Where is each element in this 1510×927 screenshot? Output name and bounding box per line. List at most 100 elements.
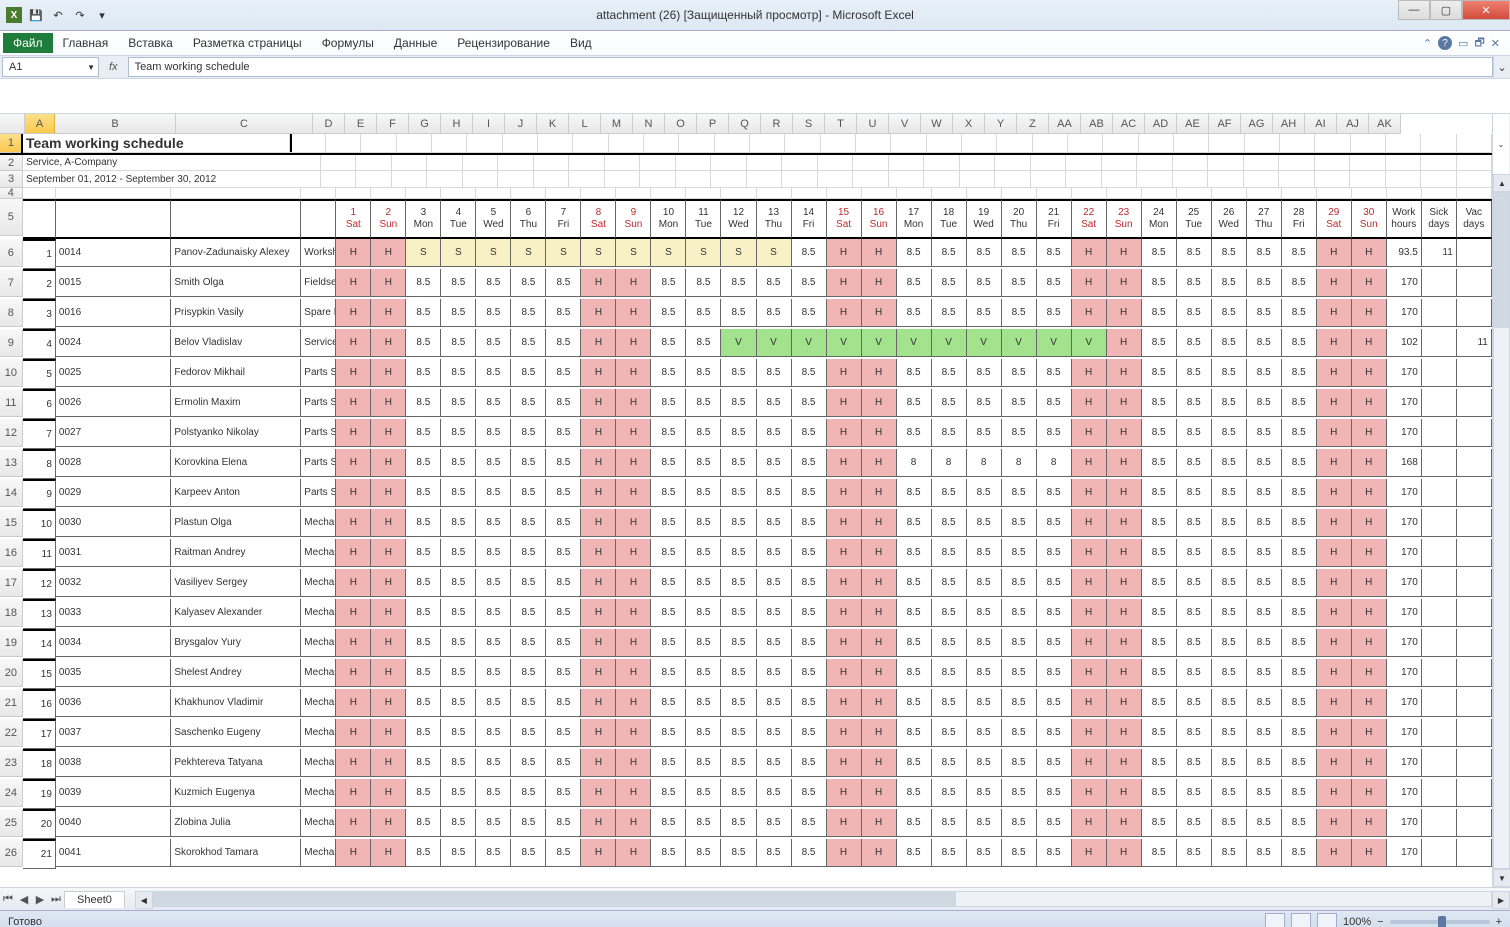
- day-cell[interactable]: 8.5: [1002, 419, 1037, 447]
- summary-cell[interactable]: [1457, 509, 1492, 537]
- day-cell[interactable]: 8.5: [897, 539, 932, 567]
- day-cell[interactable]: H: [1352, 569, 1387, 597]
- summary-cell[interactable]: [1457, 749, 1492, 777]
- day-cell[interactable]: 8.5: [897, 659, 932, 687]
- day-cell[interactable]: 8.5: [546, 419, 581, 447]
- day-cell[interactable]: 8.5: [686, 569, 721, 597]
- day-cell[interactable]: 8.5: [511, 449, 546, 477]
- day-cell[interactable]: 8.5: [967, 359, 1002, 387]
- day-cell[interactable]: 8.5: [1212, 569, 1247, 597]
- day-cell[interactable]: H: [1107, 689, 1142, 717]
- emp-role[interactable]: Parts Sales specialist: [301, 479, 336, 507]
- day-cell[interactable]: 8.5: [441, 269, 476, 297]
- day-cell[interactable]: 8.5: [511, 509, 546, 537]
- day-cell[interactable]: H: [581, 839, 616, 867]
- day-cell[interactable]: 8.5: [721, 689, 756, 717]
- day-cell[interactable]: H: [336, 479, 371, 507]
- day-cell[interactable]: 8.5: [1037, 479, 1072, 507]
- day-cell[interactable]: H: [581, 449, 616, 477]
- day-cell[interactable]: 8.5: [441, 749, 476, 777]
- day-cell[interactable]: 8.5: [441, 479, 476, 507]
- sheet-tab[interactable]: Sheet0: [64, 891, 125, 908]
- summary-cell[interactable]: [1457, 539, 1492, 567]
- day-cell[interactable]: 8.5: [441, 809, 476, 837]
- day-cell[interactable]: 8.5: [651, 629, 686, 657]
- day-cell[interactable]: H: [1107, 779, 1142, 807]
- day-cell[interactable]: 8.5: [1282, 359, 1317, 387]
- emp-id[interactable]: 0038: [56, 749, 171, 777]
- column-header-AE[interactable]: AE: [1177, 114, 1209, 134]
- day-cell[interactable]: H: [1072, 839, 1107, 867]
- day-cell[interactable]: 8.5: [1177, 569, 1212, 597]
- day-cell[interactable]: 8.5: [511, 329, 546, 357]
- day-cell[interactable]: H: [581, 629, 616, 657]
- day-cell[interactable]: 8.5: [1002, 269, 1037, 297]
- emp-role[interactable]: Mechanic: [301, 539, 336, 567]
- day-cell[interactable]: H: [1317, 629, 1352, 657]
- day-cell[interactable]: S: [406, 239, 441, 267]
- emp-name[interactable]: Khakhunov Vladimir: [171, 689, 301, 717]
- day-cell[interactable]: 8.5: [1037, 269, 1072, 297]
- day-cell[interactable]: 8.5: [792, 419, 827, 447]
- day-cell[interactable]: 8.5: [546, 509, 581, 537]
- day-cell[interactable]: H: [862, 629, 897, 657]
- row-header-16[interactable]: 16: [0, 539, 23, 567]
- day-cell[interactable]: H: [827, 509, 862, 537]
- day-cell[interactable]: 8.5: [932, 749, 967, 777]
- emp-id[interactable]: 0035: [56, 659, 171, 687]
- day-cell[interactable]: 8: [897, 449, 932, 477]
- summary-cell[interactable]: [1422, 359, 1457, 387]
- emp-role[interactable]: Mechanic: [301, 629, 336, 657]
- day-cell[interactable]: H: [1317, 599, 1352, 627]
- day-cell[interactable]: 8.5: [967, 629, 1002, 657]
- day-cell[interactable]: H: [862, 509, 897, 537]
- day-cell[interactable]: 8.5: [441, 659, 476, 687]
- day-cell[interactable]: H: [827, 479, 862, 507]
- day-cell[interactable]: 8.5: [476, 449, 511, 477]
- day-cell[interactable]: 8.5: [406, 269, 441, 297]
- day-cell[interactable]: H: [616, 359, 651, 387]
- day-cell[interactable]: 8.5: [686, 689, 721, 717]
- day-cell[interactable]: 8.5: [932, 239, 967, 267]
- day-cell[interactable]: H: [371, 449, 406, 477]
- day-cell[interactable]: H: [371, 479, 406, 507]
- row-header-19[interactable]: 19: [0, 629, 23, 657]
- emp-id[interactable]: 0015: [56, 269, 171, 297]
- day-cell[interactable]: H: [336, 449, 371, 477]
- day-cell[interactable]: H: [827, 689, 862, 717]
- scroll-up-icon[interactable]: ⌄: [1493, 114, 1509, 174]
- day-cell[interactable]: H: [862, 299, 897, 327]
- day-cell[interactable]: 8.5: [792, 569, 827, 597]
- day-cell[interactable]: H: [1072, 539, 1107, 567]
- day-cell[interactable]: 8.5: [406, 719, 441, 747]
- day-cell[interactable]: 8.5: [1212, 629, 1247, 657]
- row-index[interactable]: 17: [23, 719, 56, 749]
- summary-cell[interactable]: 170: [1387, 749, 1422, 777]
- day-cell[interactable]: 8.5: [441, 329, 476, 357]
- day-cell[interactable]: H: [1107, 659, 1142, 687]
- day-cell[interactable]: H: [827, 809, 862, 837]
- day-cell[interactable]: 8.5: [546, 269, 581, 297]
- day-cell[interactable]: 8.5: [1002, 509, 1037, 537]
- emp-name[interactable]: Vasiliyev Sergey: [171, 569, 301, 597]
- day-cell[interactable]: 8.5: [406, 839, 441, 867]
- column-header-F[interactable]: F: [377, 114, 409, 134]
- day-cell[interactable]: 8.5: [406, 659, 441, 687]
- day-cell[interactable]: H: [1352, 449, 1387, 477]
- day-header-29[interactable]: 29Sat: [1317, 199, 1352, 239]
- day-cell[interactable]: 8.5: [1282, 329, 1317, 357]
- row-index[interactable]: 21: [23, 839, 56, 869]
- summary-cell[interactable]: 11: [1422, 239, 1457, 267]
- day-cell[interactable]: H: [862, 569, 897, 597]
- day-header-12[interactable]: 12Wed: [721, 199, 756, 239]
- day-cell[interactable]: V: [1037, 329, 1072, 357]
- day-cell[interactable]: 8.5: [1247, 269, 1282, 297]
- day-cell[interactable]: 8.5: [721, 479, 756, 507]
- day-cell[interactable]: 8.5: [757, 749, 792, 777]
- day-cell[interactable]: 8.5: [406, 329, 441, 357]
- day-cell[interactable]: H: [616, 329, 651, 357]
- summary-cell[interactable]: [1422, 449, 1457, 477]
- day-cell[interactable]: 8.5: [721, 359, 756, 387]
- day-cell[interactable]: S: [441, 239, 476, 267]
- day-cell[interactable]: H: [827, 659, 862, 687]
